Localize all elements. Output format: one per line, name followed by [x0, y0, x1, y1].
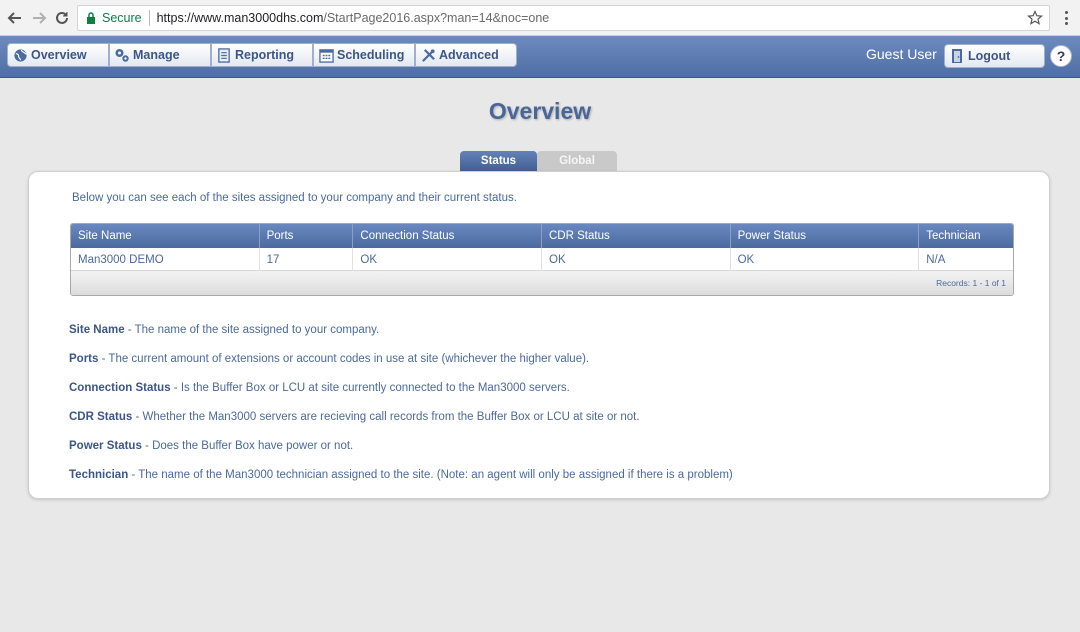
tab-global[interactable]: Global: [537, 151, 617, 171]
bookmark-star-icon[interactable]: [1027, 10, 1043, 29]
definition-item: Power Status - Does the Buffer Box have …: [69, 440, 1019, 469]
address-divider: [148, 10, 150, 26]
menu-item-scheduling[interactable]: Scheduling: [313, 43, 415, 67]
door-icon: [951, 48, 963, 64]
column-header[interactable]: Power Status: [731, 224, 920, 248]
intro-text: Below you can see each of the sites assi…: [72, 192, 517, 204]
forward-button[interactable]: [29, 8, 49, 28]
menu-label-reporting: Reporting: [235, 48, 295, 62]
menu-label-overview: Overview: [31, 48, 87, 62]
menu-item-reporting[interactable]: Reporting: [211, 43, 313, 67]
sites-table: Site Name Ports Connection Status CDR St…: [70, 223, 1014, 296]
definition-term: Ports: [69, 353, 99, 365]
table-cell: OK: [731, 248, 920, 271]
definition-term: Power Status: [69, 440, 142, 452]
definition-item: Connection Status - Is the Buffer Box or…: [69, 382, 1019, 411]
column-header[interactable]: Connection Status: [353, 224, 542, 248]
lock-icon: [86, 12, 96, 24]
table-header: Site Name Ports Connection Status CDR St…: [71, 224, 1013, 248]
globe-icon: [12, 47, 28, 63]
definition-text: - Is the Buffer Box or LCU at site curre…: [170, 382, 570, 394]
back-button[interactable]: [5, 8, 25, 28]
table-cell: 17: [260, 248, 354, 271]
url-host: https://www.man3000dhs.com: [156, 11, 324, 25]
menu-item-advanced[interactable]: Advanced: [415, 43, 517, 67]
definition-term: Connection Status: [69, 382, 171, 394]
logout-button[interactable]: Logout: [944, 44, 1045, 68]
reload-icon: [56, 11, 68, 24]
column-header[interactable]: Site Name: [71, 224, 260, 248]
status-panel: Below you can see each of the sites assi…: [28, 171, 1050, 499]
arrow-right-icon: [33, 12, 47, 24]
definitions-list: Site Name - The name of the site assigne…: [69, 324, 1019, 498]
table-cell: Man3000 DEMO: [71, 248, 260, 271]
tab-bar: Status Global: [460, 151, 617, 171]
calendar-icon: [318, 47, 334, 63]
definition-item: Technician - The name of the Man3000 tec…: [69, 469, 1019, 498]
reload-button[interactable]: [52, 8, 72, 28]
definition-text: - The name of the site assigned to your …: [124, 324, 380, 336]
report-icon: [216, 47, 232, 63]
menu-label-advanced: Advanced: [439, 48, 499, 62]
table-cell: OK: [353, 248, 542, 271]
tab-status[interactable]: Status: [460, 151, 537, 171]
column-header[interactable]: Ports: [260, 224, 354, 248]
page-title: Overview: [488, 98, 592, 124]
records-count: Records: 1 - 1 of 1: [936, 278, 1006, 288]
definition-text: - Does the Buffer Box have power or not.: [141, 440, 354, 452]
table-footer: Records: 1 - 1 of 1: [71, 271, 1013, 295]
menu-item-manage[interactable]: Manage: [109, 43, 211, 67]
definition-item: Ports - The current amount of extensions…: [69, 353, 1019, 382]
browser-toolbar: Secure https://www.man3000dhs.com/StartP…: [0, 0, 1080, 36]
definition-term: CDR Status: [69, 411, 133, 423]
address-bar[interactable]: Secure https://www.man3000dhs.com/StartP…: [77, 5, 1050, 31]
table-cell: OK: [542, 248, 731, 271]
tools-icon: [420, 47, 436, 63]
main-menu: Overview Manage Reporting Scheduling Adv…: [7, 43, 517, 69]
url-path: /StartPage2016.aspx?man=14&noc=one: [323, 11, 550, 25]
secure-label: Secure: [102, 11, 142, 25]
browser-menu-icon[interactable]: [1060, 10, 1072, 26]
menu-item-overview[interactable]: Overview: [7, 43, 109, 67]
definition-term: Site Name: [69, 324, 125, 336]
definition-term: Technician: [69, 469, 129, 481]
definition-text: - Whether the Man3000 servers are reciev…: [132, 411, 640, 423]
user-name: Guest User: [866, 46, 937, 62]
definition-text: - The current amount of extensions or ac…: [98, 353, 590, 365]
definition-item: Site Name - The name of the site assigne…: [69, 324, 1019, 353]
menu-label-scheduling: Scheduling: [337, 48, 405, 62]
arrow-left-icon: [7, 12, 21, 24]
column-header[interactable]: CDR Status: [542, 224, 731, 248]
definition-item: CDR Status - Whether the Man3000 servers…: [69, 411, 1019, 440]
app-header: Overview Manage Reporting Scheduling Adv…: [0, 36, 1080, 78]
definition-text: - The name of the Man3000 technician ass…: [128, 469, 733, 481]
logout-label: Logout: [968, 49, 1011, 63]
column-header[interactable]: Technician: [919, 224, 1013, 248]
gears-icon: [114, 47, 130, 63]
help-button[interactable]: ?: [1050, 45, 1072, 67]
table-row[interactable]: Man3000 DEMO 17 OK OK OK N/A: [71, 248, 1013, 271]
menu-label-manage: Manage: [133, 48, 180, 62]
table-cell: N/A: [926, 253, 946, 266]
